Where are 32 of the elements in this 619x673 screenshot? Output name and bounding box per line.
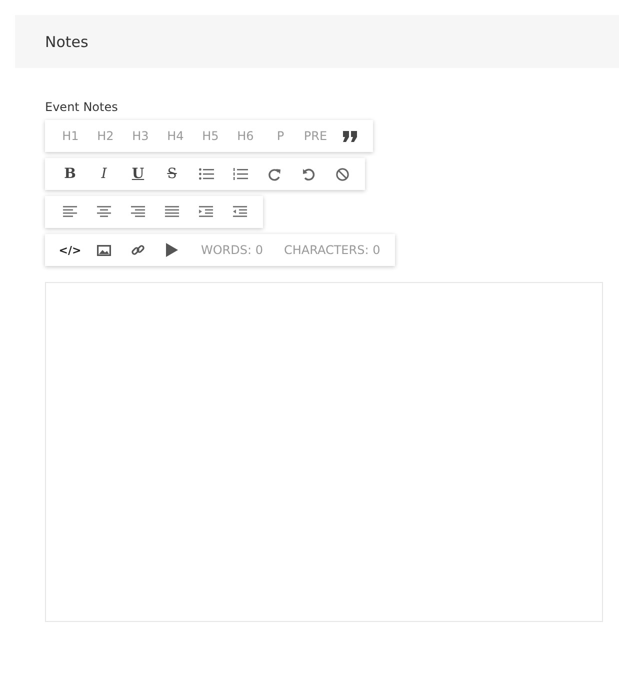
format-button[interactable]: H2 xyxy=(88,122,123,150)
format-button[interactable]: H4 xyxy=(158,122,193,150)
underline-button[interactable]: U xyxy=(121,160,155,188)
italic-button[interactable]: I xyxy=(87,160,121,188)
counter-text: CHARACTERS: 0 xyxy=(284,243,380,257)
format-button[interactable]: PRE xyxy=(298,122,333,150)
justify-icon xyxy=(165,206,179,218)
panel-title: Notes xyxy=(45,32,88,50)
format-button[interactable]: P xyxy=(263,122,298,150)
format-button[interactable]: H1 xyxy=(53,122,88,150)
counter-text: WORDS: 0 xyxy=(201,243,263,257)
outdent-icon xyxy=(233,206,247,218)
quote-icon xyxy=(343,130,357,142)
link-icon xyxy=(131,243,145,257)
numbered-list-icon xyxy=(232,168,248,180)
format-button[interactable]: H3 xyxy=(123,122,158,150)
play-icon xyxy=(166,243,178,257)
undo-icon xyxy=(302,168,314,180)
align-center-icon xyxy=(97,206,111,218)
format-button[interactable]: H5 xyxy=(193,122,228,150)
bulleted-list-icon xyxy=(198,168,214,180)
bold-button[interactable]: B xyxy=(53,160,87,188)
image-icon xyxy=(97,244,111,256)
align-right-icon xyxy=(131,206,145,218)
indent-icon xyxy=(199,206,213,218)
align-left-icon xyxy=(63,206,77,218)
prohibited-icon xyxy=(336,168,348,180)
strikethrough-button[interactable]: S xyxy=(155,160,189,188)
field-label: Event Notes xyxy=(45,100,118,114)
format-button[interactable]: H6 xyxy=(228,122,263,150)
code-view-button[interactable]: </> xyxy=(53,236,87,264)
redo-icon xyxy=(268,168,280,180)
